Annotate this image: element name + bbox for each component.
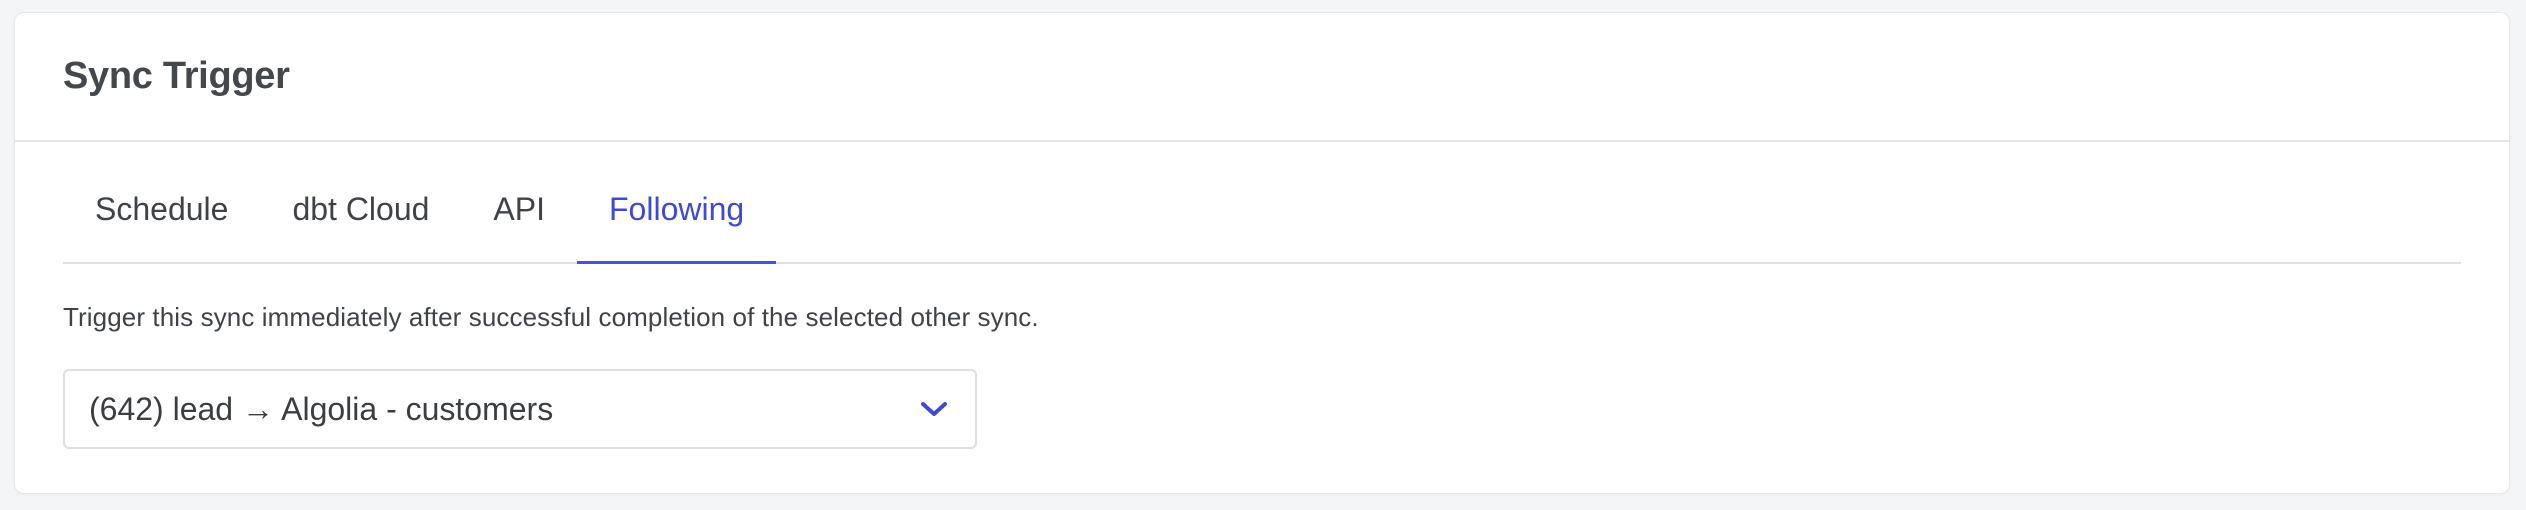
tab-api[interactable]: API [461, 142, 577, 262]
sync-select[interactable]: (642) lead → Algolia - customers [63, 369, 977, 449]
tab-dbt-cloud[interactable]: dbt Cloud [260, 142, 461, 262]
following-description: Trigger this sync immediately after succ… [63, 302, 1039, 332]
tab-following[interactable]: Following [577, 142, 777, 264]
chevron-down-icon [917, 392, 951, 426]
card-body: Schedule dbt Cloud API Following Trigger… [15, 142, 2509, 449]
trigger-tabs: Schedule dbt Cloud API Following [63, 142, 2461, 264]
card-title: Sync Trigger [63, 55, 290, 97]
sync-trigger-card: Sync Trigger Schedule dbt Cloud API Foll… [14, 12, 2510, 494]
tab-schedule[interactable]: Schedule [63, 142, 260, 262]
card-header: Sync Trigger [15, 13, 2509, 142]
sync-select-value: (642) lead → Algolia - customers [89, 390, 554, 427]
